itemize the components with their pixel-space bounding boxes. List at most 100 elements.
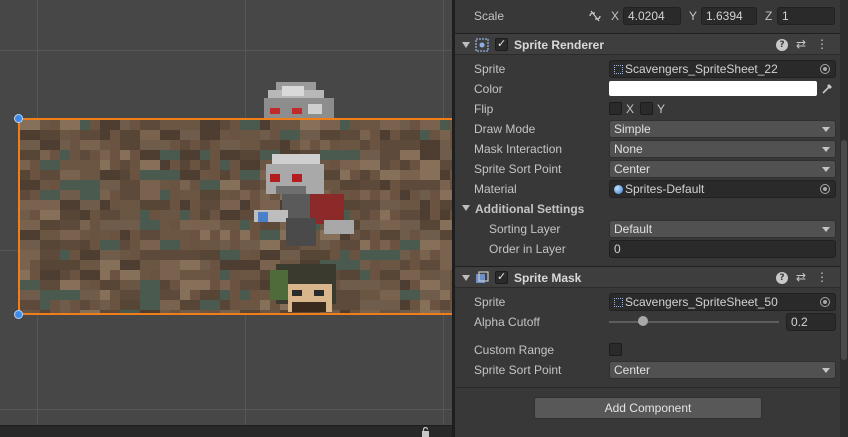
- dirt-pixel: [120, 120, 130, 130]
- mask-interaction-value: None: [614, 142, 643, 156]
- mask-sprite-object-field[interactable]: Scavengers_SpriteSheet_50: [609, 293, 836, 311]
- dirt-pixel: [220, 190, 230, 200]
- alpha-cutoff-label: Alpha Cutoff: [474, 315, 540, 329]
- chevron-down-icon: [822, 167, 830, 172]
- sprite-mask-enabled-checkbox[interactable]: [495, 270, 508, 284]
- sprite-mask-header[interactable]: Sprite Mask ? ⇄ ⋮: [455, 266, 840, 288]
- dirt-pixel: [220, 170, 230, 180]
- rect-handle-top-left[interactable]: [14, 114, 23, 123]
- fold-arrow-icon[interactable]: [462, 42, 470, 48]
- dirt-pixel: [220, 240, 230, 250]
- dirt-pixel: [200, 280, 210, 290]
- dirt-pixel: [160, 310, 170, 313]
- order-in-layer-field[interactable]: 0: [609, 240, 836, 258]
- dirt-pixel: [140, 290, 160, 300]
- help-icon[interactable]: ?: [776, 39, 788, 51]
- unlink-icon[interactable]: [588, 10, 602, 22]
- dirt-pixel: [60, 180, 80, 190]
- dirt-pixel: [40, 180, 50, 190]
- kebab-menu-icon[interactable]: ⋮: [816, 270, 828, 284]
- dirt-pixel: [420, 150, 440, 160]
- dirt-pixel: [440, 240, 452, 250]
- dirt-pixel: [400, 180, 420, 190]
- flip-x-checkbox[interactable]: [609, 102, 622, 115]
- color-swatch[interactable]: [609, 81, 817, 96]
- presets-icon[interactable]: ⇄: [796, 270, 806, 284]
- dirt-pixel: [80, 220, 90, 230]
- dirt-pixel: [160, 120, 180, 130]
- dirt-pixel: [120, 170, 130, 180]
- fold-arrow-icon[interactable]: [462, 275, 470, 281]
- dirt-pixel: [440, 250, 452, 260]
- sprite-renderer-enabled-checkbox[interactable]: [495, 37, 508, 51]
- dirt-pixel: [60, 250, 70, 260]
- dirt-pixel: [180, 140, 190, 150]
- object-picker-icon[interactable]: [820, 64, 830, 74]
- hooded-player-sprite: [270, 264, 336, 312]
- sprite-sort-point-dropdown[interactable]: Center: [609, 160, 836, 178]
- scale-z-field[interactable]: 1: [777, 7, 835, 25]
- mask-sort-point-dropdown[interactable]: Center: [609, 361, 836, 379]
- dirt-pixel: [20, 140, 40, 150]
- eyedropper-icon[interactable]: [821, 82, 834, 95]
- scene-view[interactable]: [0, 0, 452, 437]
- sprite-mask-title: Sprite Mask: [514, 271, 582, 285]
- custom-range-label: Custom Range: [474, 343, 555, 357]
- sprite-renderer-header[interactable]: Sprite Renderer ? ⇄ ⋮: [455, 33, 840, 55]
- rect-handle-bottom-left[interactable]: [14, 310, 23, 319]
- dirt-pixel: [420, 290, 440, 300]
- grid-line: [0, 50, 452, 51]
- material-row: Material Sprites-Default: [455, 179, 840, 199]
- scrollbar-thumb[interactable]: [841, 140, 847, 360]
- dirt-pixel: [300, 120, 320, 130]
- dirt-pixel: [40, 270, 60, 280]
- dirt-pixel: [220, 300, 230, 310]
- lock-icon[interactable]: [421, 427, 430, 437]
- dirt-pixel: [440, 230, 452, 240]
- add-component-button[interactable]: Add Component: [534, 397, 762, 419]
- dirt-pixel: [100, 160, 110, 170]
- flip-y-checkbox[interactable]: [640, 102, 653, 115]
- mask-interaction-dropdown[interactable]: None: [609, 140, 836, 158]
- fold-arrow-icon[interactable]: [462, 205, 470, 211]
- sprite-row: Sprite Scavengers_SpriteSheet_22: [455, 59, 840, 79]
- sprite-sort-point-value: Center: [614, 162, 651, 176]
- scale-x-field[interactable]: 4.0204: [623, 7, 681, 25]
- additional-settings-foldout[interactable]: Additional Settings: [455, 199, 840, 219]
- sprite-renderer-icon: [475, 38, 489, 52]
- presets-icon[interactable]: ⇄: [796, 37, 806, 51]
- alpha-cutoff-slider-handle[interactable]: [638, 316, 648, 326]
- sorting-layer-value: Default: [614, 222, 653, 236]
- dirt-pixel: [180, 130, 200, 140]
- help-icon[interactable]: ?: [776, 272, 788, 284]
- chevron-down-icon: [822, 127, 830, 132]
- object-picker-icon[interactable]: [820, 184, 830, 194]
- sprite-value: Scavengers_SpriteSheet_22: [625, 62, 778, 76]
- alpha-cutoff-slider[interactable]: [609, 321, 779, 323]
- object-picker-icon[interactable]: [820, 297, 830, 307]
- scale-y-label: Y: [689, 9, 698, 23]
- draw-mode-dropdown[interactable]: Simple: [609, 120, 836, 138]
- custom-range-checkbox[interactable]: [609, 343, 622, 356]
- dirt-pixel: [360, 300, 380, 310]
- dirt-pixel: [340, 120, 350, 130]
- dirt-pixel: [400, 210, 420, 220]
- dirt-pixel: [40, 290, 60, 300]
- dirt-pixel: [260, 140, 280, 150]
- kebab-menu-icon[interactable]: ⋮: [816, 37, 828, 51]
- dirt-pixel: [200, 260, 210, 270]
- sprite-object-field[interactable]: Scavengers_SpriteSheet_22: [609, 60, 836, 78]
- scale-y-field[interactable]: 1.6394: [701, 7, 757, 25]
- sprite-selection-rect[interactable]: [18, 118, 452, 315]
- sorting-layer-dropdown[interactable]: Default: [609, 220, 836, 238]
- dirt-pixel: [420, 300, 430, 310]
- scale-label: Scale: [474, 9, 505, 23]
- dirt-pixel: [220, 270, 230, 280]
- material-object-field[interactable]: Sprites-Default: [609, 180, 836, 198]
- inspector-scrollbar[interactable]: [840, 0, 848, 437]
- alpha-cutoff-field[interactable]: 0.2: [786, 313, 836, 331]
- dirt-pixel: [400, 120, 410, 130]
- dirt-pixel: [20, 120, 40, 130]
- dirt-pixel: [420, 130, 430, 140]
- dirt-pixel: [100, 200, 110, 210]
